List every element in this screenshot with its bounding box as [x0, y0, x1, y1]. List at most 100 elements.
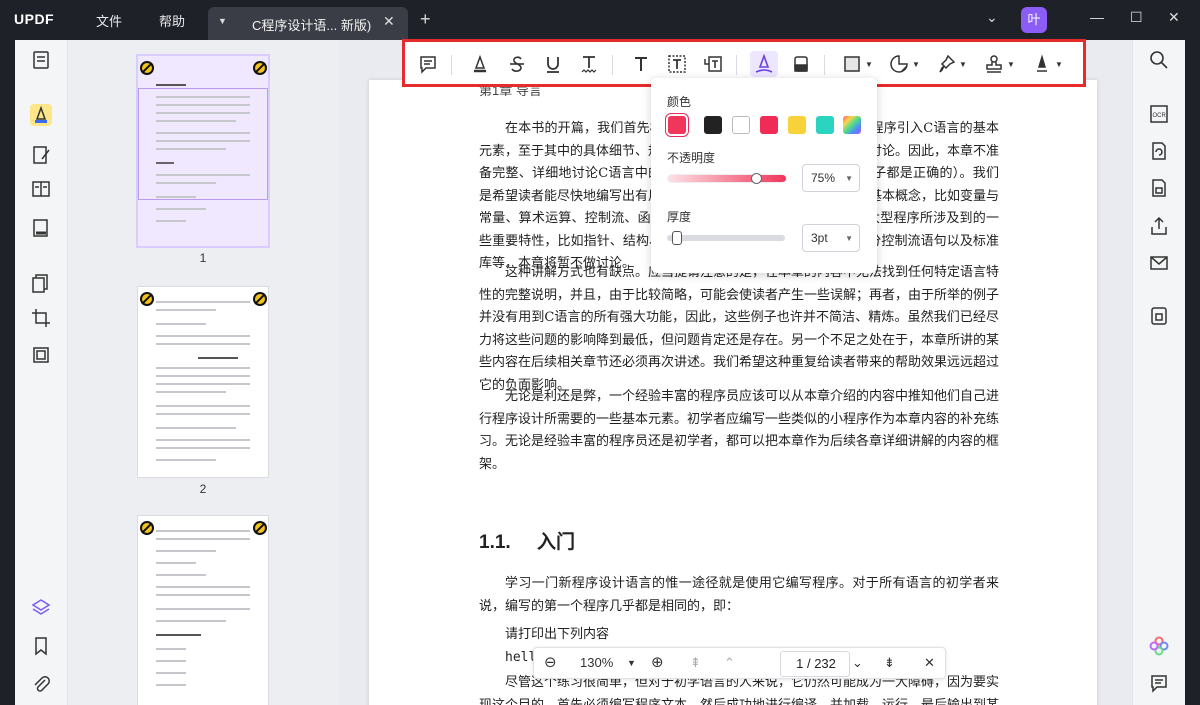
color-picker-icon[interactable] — [843, 116, 861, 134]
app-logo: UPDF — [14, 11, 55, 27]
thickness-select[interactable]: 3pt ▼ — [802, 224, 860, 252]
left-frame — [0, 40, 15, 705]
squiggly-icon[interactable] — [576, 51, 602, 77]
search-icon[interactable] — [1148, 49, 1170, 71]
strikethrough-icon[interactable] — [504, 51, 530, 77]
opacity-slider[interactable] — [667, 174, 787, 183]
color-swatch-teal[interactable] — [816, 116, 834, 134]
textbox-icon[interactable] — [664, 51, 690, 77]
chevron-down-icon[interactable]: ⌄ — [986, 9, 998, 26]
no-fill-icon — [140, 292, 154, 306]
protect-file-icon[interactable] — [1148, 177, 1170, 199]
page-thumbnail[interactable] — [138, 287, 268, 477]
layers-icon[interactable] — [30, 597, 52, 619]
paragraph: 无论是利还是弊，一个经验丰富的程序员应该可以从本章介绍的内容中推知他们自己进行程… — [479, 389, 1000, 472]
previous-page-icon[interactable]: ⌃ — [724, 655, 735, 671]
sticker-icon[interactable]: ▼ — [886, 51, 922, 77]
eraser-icon[interactable] — [788, 51, 814, 77]
total-pages: 232 — [814, 656, 836, 671]
menu-file[interactable]: 文件 — [96, 11, 122, 30]
thickness-label: 厚度 — [667, 210, 692, 224]
ai-assistant-icon[interactable] — [1148, 635, 1170, 657]
page-thumbnail[interactable] — [138, 516, 268, 705]
pin-icon[interactable]: ▼ — [933, 51, 969, 77]
convert-icon[interactable] — [1148, 140, 1170, 162]
svg-text:OCR: OCR — [1153, 113, 1167, 119]
zoom-out-icon[interactable]: ⊖ — [544, 653, 557, 671]
maximize-button[interactable]: ☐ — [1130, 9, 1143, 26]
text-icon[interactable] — [628, 51, 654, 77]
edit-icon[interactable] — [30, 144, 52, 166]
save-icon[interactable] — [1148, 305, 1170, 327]
tab-close-icon[interactable]: ✕ — [383, 13, 395, 30]
section-title: 入门 — [537, 532, 576, 553]
form-icon[interactable] — [30, 178, 52, 200]
zoom-level[interactable]: 130% — [580, 655, 613, 670]
section-number: 1.1. — [479, 532, 511, 553]
underline-icon[interactable] — [540, 51, 566, 77]
paragraph: 这种讲解方式也有缺点。应当提请注意的是，在本章的内容中无法找到任何特定语言特性的… — [479, 265, 1000, 393]
last-page-icon[interactable]: ⇟ — [884, 655, 895, 671]
thumbnail-page-number: 2 — [199, 482, 207, 496]
thickness-slider[interactable] — [667, 235, 785, 241]
color-swatch-white[interactable] — [732, 116, 750, 134]
protect-icon[interactable] — [30, 217, 52, 239]
opacity-slider-handle[interactable] — [751, 173, 762, 184]
bookmark-icon[interactable] — [30, 635, 52, 657]
thumbnail-panel: 1 2 — [68, 40, 338, 705]
new-tab-button[interactable]: + — [420, 9, 431, 30]
page-navigation-bar: ⊖ 130% ▼ ⊕ ⇞ ⌃ 1 / 232 ⌄ ⇟ ✕ — [533, 647, 946, 679]
avatar[interactable]: 叶 — [1021, 7, 1047, 33]
color-swatch-red[interactable] — [760, 116, 778, 134]
tab-dropdown-icon[interactable]: ▼ — [218, 16, 227, 26]
email-icon[interactable] — [1148, 252, 1170, 274]
no-fill-icon — [253, 521, 267, 535]
tab-title: C程序设计语... 新版) — [252, 18, 372, 33]
reader-icon[interactable] — [30, 49, 52, 71]
zoom-dropdown-icon[interactable]: ▼ — [627, 658, 636, 668]
print-instruction: 请打印出下列内容 — [505, 627, 610, 642]
menu-help[interactable]: 帮助 — [159, 11, 185, 30]
no-fill-icon — [253, 61, 267, 75]
page-separator: / — [806, 656, 811, 671]
no-fill-icon — [253, 292, 267, 306]
pencil-properties-popup: 颜色 不透明度 75% ▼ 厚度 3pt ▼ — [651, 78, 877, 273]
color-swatch-black[interactable] — [704, 116, 722, 134]
opacity-select[interactable]: 75% ▼ — [802, 164, 860, 192]
ocr-icon[interactable]: OCR — [1148, 103, 1170, 125]
note-icon[interactable] — [415, 51, 441, 77]
left-sidebar — [15, 40, 68, 705]
close-nav-icon[interactable]: ✕ — [924, 655, 935, 671]
comment-icon[interactable] — [30, 104, 52, 126]
no-fill-icon — [140, 521, 154, 535]
no-fill-icon — [140, 61, 154, 75]
pencil-icon[interactable] — [750, 51, 778, 77]
crop-icon[interactable] — [30, 307, 52, 329]
text-callout-icon[interactable] — [700, 51, 726, 77]
first-page-icon[interactable]: ⇞ — [690, 655, 701, 671]
right-frame — [1185, 40, 1200, 705]
color-swatch-selected[interactable] — [668, 116, 686, 134]
color-swatch-yellow[interactable] — [788, 116, 806, 134]
share-icon[interactable] — [1148, 215, 1170, 237]
layers-icon-doc[interactable] — [30, 344, 52, 366]
highlight-icon[interactable] — [467, 51, 493, 77]
document-tab[interactable]: ▼ C程序设计语... 新版) ✕ — [208, 7, 408, 40]
attachment-icon[interactable] — [30, 673, 52, 695]
thumbnail-page-number: 1 — [199, 251, 207, 265]
shape-icon[interactable]: ▼ — [839, 51, 875, 77]
close-window-button[interactable]: ✕ — [1168, 9, 1180, 26]
next-page-icon[interactable]: ⌄ — [852, 655, 863, 671]
page-number-field[interactable]: 1 / 232 — [780, 651, 850, 677]
organize-icon[interactable] — [30, 272, 52, 294]
color-label: 颜色 — [667, 95, 692, 109]
page-thumbnail[interactable] — [138, 56, 268, 246]
signature-icon[interactable]: ▼ — [1029, 51, 1065, 77]
opacity-label: 不透明度 — [667, 151, 716, 165]
section-heading: 1.1. 入门 — [479, 527, 575, 554]
thickness-slider-handle[interactable] — [672, 231, 682, 245]
stamp-icon[interactable]: ▼ — [981, 51, 1017, 77]
zoom-in-icon[interactable]: ⊕ — [651, 653, 664, 671]
minimize-button[interactable]: — — [1090, 9, 1104, 25]
chat-icon[interactable] — [1148, 672, 1170, 694]
